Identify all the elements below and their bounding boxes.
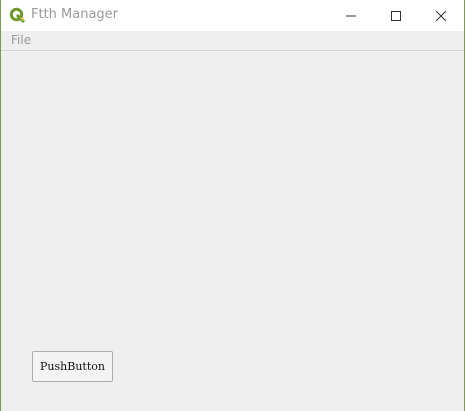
minimize-icon (346, 15, 356, 17)
maximize-icon (391, 11, 401, 21)
maximize-button[interactable] (373, 0, 419, 31)
qgis-logo-icon (9, 7, 25, 23)
menu-item-file[interactable]: File (11, 33, 31, 47)
minimize-button[interactable] (328, 0, 374, 31)
close-icon (435, 10, 447, 22)
push-button[interactable]: PushButton (32, 351, 113, 382)
window-title: Ftth Manager (31, 7, 119, 22)
app-window: Ftth Manager File PushButton (0, 0, 465, 411)
menu-bar: File (1, 31, 464, 51)
title-bar[interactable]: Ftth Manager (1, 0, 464, 31)
close-button[interactable] (418, 0, 464, 31)
